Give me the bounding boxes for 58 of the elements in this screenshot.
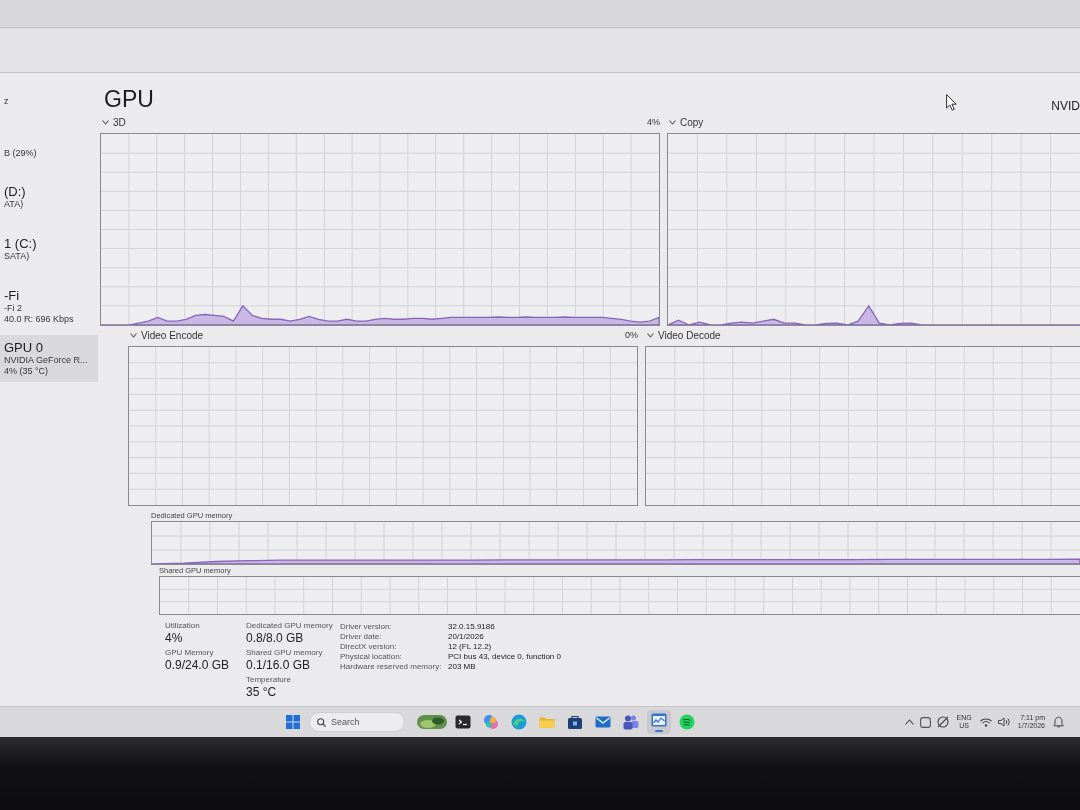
property-label: Hardware reserved memory: [340,662,442,672]
people-icon [623,714,639,730]
property-label: DirectX version: [340,642,397,652]
stat-value: 0.8/8.0 GB [246,631,304,646]
slashed-circle-icon[interactable] [936,716,949,728]
speaker-icon[interactable] [997,717,1010,727]
property-value: 203 MB [448,662,476,672]
page-title: GPU [104,85,154,113]
circle-icon [679,714,695,730]
mail-icon [595,714,611,730]
bell-icon[interactable] [1053,716,1064,728]
sidebar-item[interactable]: B (29%) [0,143,41,164]
shopping-bag-icon [567,714,583,730]
widget-icon[interactable] [417,715,447,729]
stat-value: 0.9/24.0 GB [165,658,230,673]
engine-select[interactable]: Video Decode [645,329,723,342]
property-label: Driver date: [340,632,382,642]
engine-select[interactable]: Copy [667,116,706,129]
usage-reading: 4% [647,117,660,128]
rounded-square-icon[interactable] [919,716,931,728]
swirl-icon [483,714,499,730]
sidebar-item[interactable]: 1 (C:) SATA) [0,231,41,267]
stat-label: Temperature [246,675,291,685]
chevron-down-icon [130,333,137,338]
chevron-down-icon [647,333,654,338]
start-button[interactable] [284,713,302,731]
stat-value: 0.1/16.0 GB [246,658,311,673]
mouse-pointer-icon [946,94,957,111]
chevron-down-icon [102,120,109,125]
engine-select[interactable]: Video Encode [128,329,206,342]
search-icon [317,717,326,727]
usage-reading: 0% [625,330,638,341]
sidebar-item[interactable]: -Fi -Fi 2 40.0 R: 696 Kbps [0,283,78,330]
property-value: PCI bus 43, device 0, function 0 [448,652,561,662]
terminal-icon [455,714,471,730]
engine-select[interactable]: 3D [100,116,128,129]
sidebar-item[interactable]: (D:) ATA) [0,179,30,215]
stat-label: Shared GPU memory [246,648,323,658]
chart-window-icon [651,712,667,728]
stat-label: Dedicated GPU memory [246,621,333,631]
property-value: 12 (FL 12.2) [448,642,492,652]
four-squares-icon [286,715,300,729]
stat-label: GPU Memory [165,648,214,658]
chevron-down-icon [669,120,676,125]
property-value: 20/1/2026 [448,632,484,642]
sidebar-item[interactable]: GPU 0 NVIDIA GeForce R... 4% (35 °C) [0,335,98,382]
sidebar-item[interactable]: z [0,91,13,112]
property-value: 32.0.15.9186 [448,622,495,632]
property-label: Driver version: [340,622,392,632]
stat-value: 4% [165,631,183,646]
device-name: NVID [1051,99,1080,113]
wave-circle-icon [511,714,527,730]
stat-label: Utilization [165,621,200,631]
wifi-icon[interactable] [979,717,992,727]
property-label: Physical location: [340,652,402,662]
chevron-up-icon[interactable] [904,719,914,725]
search-field[interactable]: Search [309,712,405,732]
stat-value: 35 °C [246,685,277,700]
